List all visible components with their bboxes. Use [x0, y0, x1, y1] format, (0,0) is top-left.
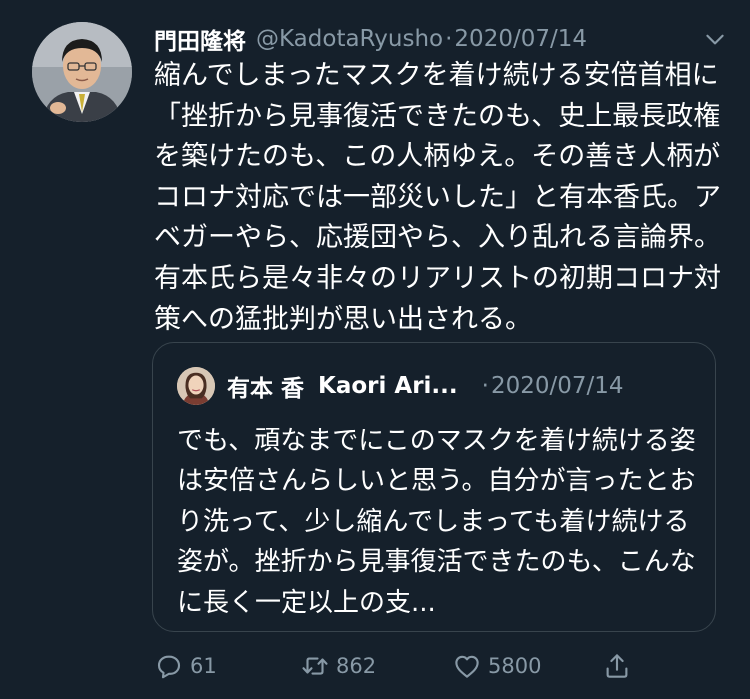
like-button[interactable]: 5800: [452, 646, 541, 686]
tweet[interactable]: 門田隆将 @KadotaRyusho · 2020/07/14 縮んでしまったマ…: [0, 0, 750, 699]
quote-author-avatar: [177, 367, 215, 405]
quoted-tweet[interactable]: 有本 香 Kaori Ari... · 2020/07/14 でも、頑なまでにこ…: [152, 342, 716, 632]
quote-separator: ·: [481, 373, 489, 399]
author-avatar[interactable]: [32, 22, 132, 122]
quote-author-name-en: Kaori Ari...: [318, 373, 458, 399]
retweet-button[interactable]: 862: [300, 646, 376, 686]
retweet-count: 862: [336, 654, 377, 678]
header-separator: ·: [445, 26, 453, 52]
tweet-header: 門田隆将 @KadotaRyusho · 2020/07/14: [154, 22, 734, 56]
share-button[interactable]: [602, 646, 638, 686]
retweet-icon: [302, 657, 328, 675]
quote-date: 2020/07/14: [490, 373, 624, 399]
author-display-name[interactable]: 門田隆将: [154, 22, 246, 56]
heart-icon: [455, 655, 479, 678]
chevron-down-icon[interactable]: [702, 26, 728, 52]
quote-text: でも、頑なまでにこのマスクを着け続ける姿は安倍さんらしいと思う。自分が言ったとお…: [177, 426, 696, 618]
author-avatar-image: [32, 22, 132, 122]
quote-header: 有本 香 Kaori Ari... · 2020/07/14: [227, 371, 695, 402]
tweet-date[interactable]: 2020/07/14: [454, 26, 587, 52]
quote-author-avatar-image: [177, 367, 215, 405]
reply-count: 61: [190, 654, 217, 678]
tweet-text: 縮んでしまったマスクを着け続ける安倍首相に「挫折から見事復活できたのも、史上最長…: [154, 60, 721, 335]
quote-author-name: 有本 香: [227, 376, 305, 402]
reply-button[interactable]: 61: [154, 646, 217, 686]
reply-icon: [157, 655, 181, 679]
author-handle[interactable]: @KadotaRyusho: [256, 26, 443, 52]
like-count: 5800: [488, 654, 542, 678]
share-icon: [606, 654, 628, 678]
tweet-actions: 61 862 5800: [154, 646, 634, 686]
